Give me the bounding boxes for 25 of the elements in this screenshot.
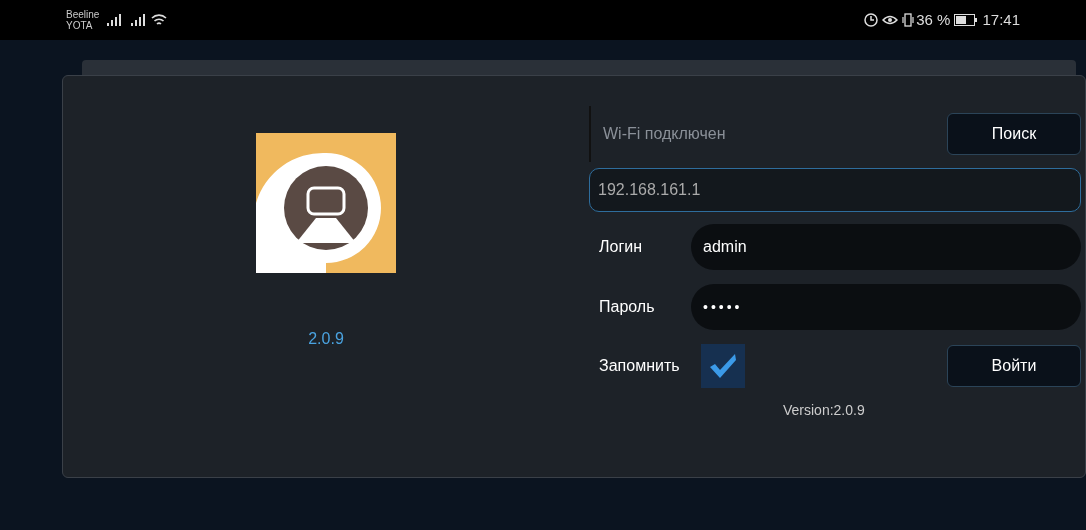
version-text: Version:2.0.9: [783, 401, 866, 420]
field-label: Пароль: [599, 297, 656, 317]
login-button[interactable]: Войти: [947, 345, 1081, 387]
clock-icon: [864, 13, 879, 27]
signal-icon: [131, 14, 148, 26]
password-field[interactable]: •••••: [691, 284, 1081, 330]
app-version: 2.0.9: [308, 329, 344, 349]
wifi-status: Wi-Fi подключен: [603, 124, 726, 144]
checkmark-icon: [708, 353, 738, 379]
field-label: Логин: [599, 237, 643, 257]
eye-icon: [882, 14, 899, 26]
carrier-label: YOTA: [66, 20, 94, 31]
remember-label: Запомнить: [599, 356, 681, 376]
address-field[interactable]: 192.168.161.1: [589, 168, 1081, 212]
wifi-icon: [151, 13, 168, 27]
app-logo-icon: [256, 133, 396, 273]
remember-checkbox[interactable]: [701, 344, 745, 388]
battery-percent: 36 %: [916, 9, 951, 30]
signal-icon: [107, 14, 124, 26]
carrier-label: Beeline: [66, 9, 100, 20]
vibrate-icon: [902, 13, 915, 27]
battery-icon: [954, 14, 979, 26]
search-button[interactable]: Поиск: [947, 113, 1081, 155]
login-field[interactable]: admin: [691, 224, 1081, 270]
clock-time: 17:41: [982, 9, 1020, 30]
